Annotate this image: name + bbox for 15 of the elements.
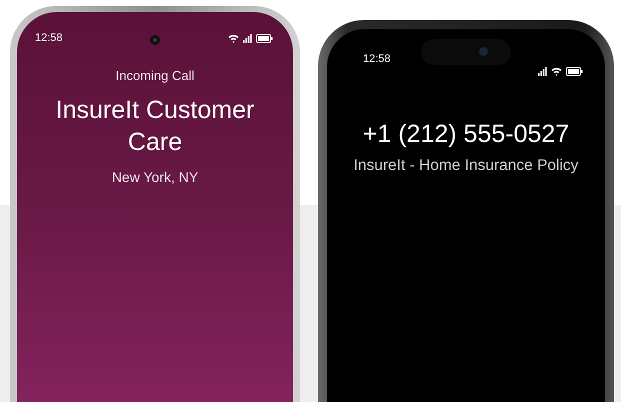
camera-icon xyxy=(479,47,488,56)
caller-id: InsureIt - Home Insurance Policy xyxy=(354,156,578,176)
signal-icon xyxy=(538,67,547,76)
battery-icon xyxy=(256,34,273,42)
phone-number: +1 (212) 555-0527 xyxy=(362,119,570,150)
battery-icon xyxy=(566,67,583,76)
camera-icon xyxy=(150,34,160,45)
signal-icon xyxy=(243,34,252,42)
call-status: Incoming Call xyxy=(116,67,194,85)
caller-location: New York, NY xyxy=(112,168,198,186)
caller-name: InsureIt Customer Care xyxy=(54,94,256,158)
status-time: 12:58 xyxy=(35,30,63,46)
status-time: 12:58 xyxy=(363,52,391,68)
wifi-icon xyxy=(228,34,239,42)
wifi-icon xyxy=(551,67,562,76)
